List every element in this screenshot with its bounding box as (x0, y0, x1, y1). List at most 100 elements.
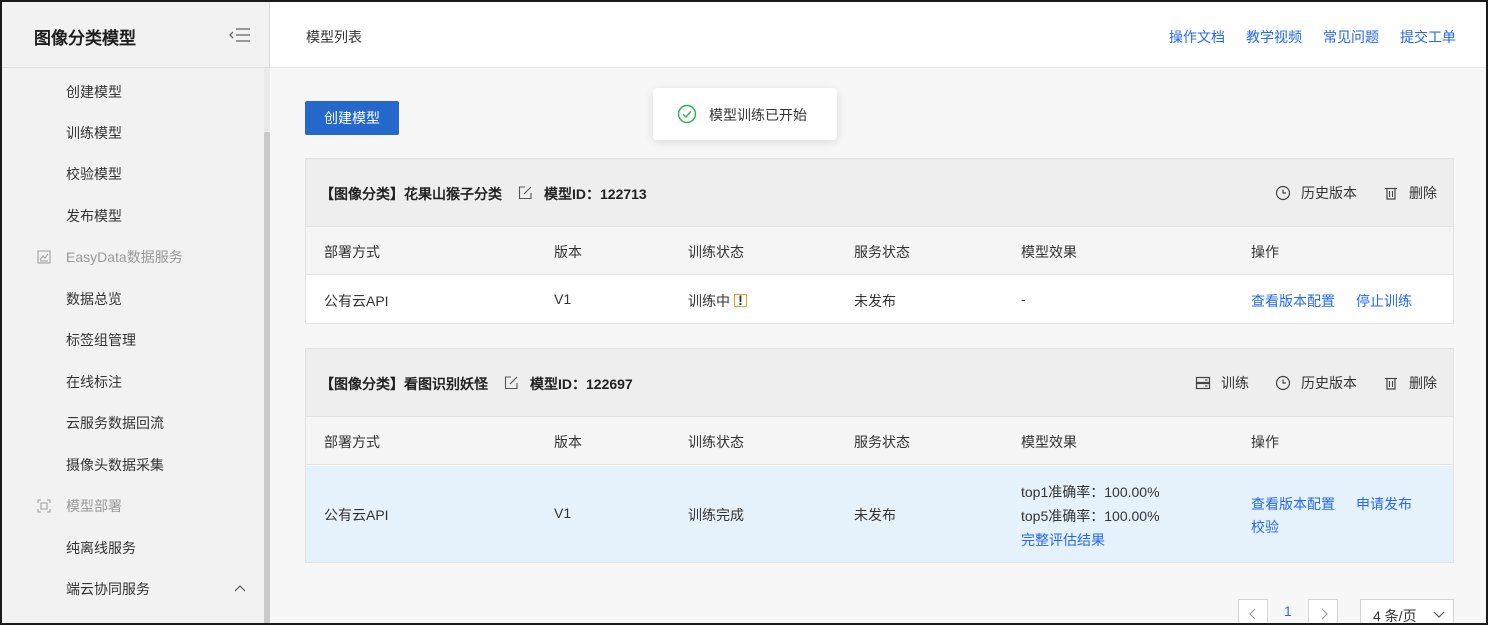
history-versions-button[interactable]: 历史版本 (1275, 183, 1357, 203)
train-label: 训练 (1221, 375, 1249, 391)
sidebar-item-label: 校验模型 (66, 166, 122, 182)
warning-icon[interactable]: ! (734, 293, 747, 307)
model-card: 【图像分类】看图识别妖怪 模型ID：122697 训练 历史版本 删除 部署方式… (305, 348, 1454, 563)
deploy-icon (37, 499, 51, 513)
create-model-button[interactable]: 创建模型 (305, 101, 399, 135)
sidebar-item-data-overview[interactable]: 数据总览 (2, 279, 264, 319)
link-docs[interactable]: 操作文档 (1169, 27, 1225, 47)
table-header: 部署方式 版本 训练状态 服务状态 模型效果 操作 (306, 227, 1453, 275)
col-version: 版本 (554, 434, 582, 450)
apply-publish-link[interactable]: 申请发布 (1356, 494, 1412, 514)
sidebar-item-create-model[interactable]: 创建模型 (2, 72, 264, 112)
sidebar-item-cloud-data-reflow[interactable]: 云服务数据回流 (2, 403, 264, 443)
view-version-config-link[interactable]: 查看版本配置 (1251, 291, 1335, 311)
train-status-text: 训练中 (688, 293, 730, 309)
toast-message: 模型训练已开始 (709, 107, 807, 123)
model-card-actions: 训练 历史版本 删除 (1195, 373, 1437, 393)
server-icon (1195, 376, 1211, 390)
col-deploy: 部署方式 (324, 244, 380, 260)
cell-train-status: 训练完成 (688, 507, 744, 523)
help-links: 操作文档 教学视频 常见问题 提交工单 (1169, 27, 1456, 47)
edit-icon[interactable] (504, 375, 519, 390)
model-id: 模型ID：122713 (544, 186, 647, 202)
sidebar-item-label: 云服务数据回流 (66, 415, 164, 431)
sidebar-item-offline-service[interactable]: 纯离线服务 (2, 528, 264, 568)
sidebar-item-label: 摄像头数据采集 (66, 457, 164, 473)
trash-icon (1385, 377, 1397, 390)
cell-deploy: 公有云API (324, 293, 389, 309)
col-effect: 模型效果 (1021, 244, 1077, 260)
next-page-button[interactable] (1308, 599, 1338, 623)
model-card-header: 【图像分类】看图识别妖怪 模型ID：122697 训练 历史版本 删除 (306, 349, 1453, 417)
link-faq[interactable]: 常见问题 (1323, 27, 1379, 47)
col-deploy: 部署方式 (324, 434, 380, 450)
app-window: 图像分类模型 创建模型 训练模型 校验模型 发布模型 EasyData数据服务 (0, 0, 1488, 625)
train-button[interactable]: 训练 (1195, 373, 1249, 393)
sidebar-item-camera-collection[interactable]: 摄像头数据采集 (2, 445, 264, 485)
clock-icon (1275, 185, 1291, 201)
collapse-menu-icon[interactable] (228, 26, 252, 44)
model-title: 【图像分类】看图识别妖怪 (320, 376, 488, 392)
sidebar-item-online-labeling[interactable]: 在线标注 (2, 362, 264, 402)
app-title: 图像分类模型 (34, 29, 136, 48)
col-version: 版本 (554, 244, 582, 260)
edit-icon[interactable] (518, 185, 533, 200)
sidebar-item-edge-cloud-service[interactable]: 端云协同服务 (2, 569, 264, 609)
check-circle-icon (677, 104, 697, 124)
delete-button[interactable]: 删除 (1383, 183, 1437, 203)
col-train-status: 训练状态 (688, 244, 744, 260)
link-submit-ticket[interactable]: 提交工单 (1400, 27, 1456, 47)
chart-icon (37, 250, 51, 264)
sidebar-item-label: 创建模型 (66, 84, 122, 100)
cell-effect: - (1021, 291, 1026, 307)
history-versions-label: 历史版本 (1301, 375, 1357, 391)
sidebar-item-train-model[interactable]: 训练模型 (2, 113, 264, 153)
table-row: 公有云API V1 训练完成 未发布 top1准确率：100.00% top5准… (306, 466, 1453, 562)
full-evaluation-link[interactable]: 完整评估结果 (1021, 530, 1105, 550)
sidebar-item-validate-model[interactable]: 校验模型 (2, 154, 264, 194)
link-tutorial-videos[interactable]: 教学视频 (1246, 27, 1302, 47)
sidebar-group-label: 模型部署 (66, 498, 122, 514)
sidebar-item-label: 训练模型 (66, 125, 122, 141)
delete-button[interactable]: 删除 (1383, 373, 1437, 393)
stop-training-link[interactable]: 停止训练 (1356, 291, 1412, 311)
history-versions-button[interactable]: 历史版本 (1275, 373, 1357, 393)
page-size-select[interactable]: 4 条/页 (1360, 599, 1454, 624)
col-service-status: 服务状态 (854, 244, 910, 260)
sidebar-group-deploy: 模型部署 (2, 486, 264, 526)
toast-notification: 模型训练已开始 (653, 88, 837, 140)
view-version-config-link[interactable]: 查看版本配置 (1251, 494, 1335, 514)
model-title: 【图像分类】花果山猴子分类 (320, 186, 502, 202)
col-ops: 操作 (1251, 434, 1279, 450)
clock-icon (1275, 375, 1291, 391)
chevron-up-icon[interactable] (234, 583, 246, 595)
sidebar-item-label: 端云协同服务 (66, 581, 150, 597)
current-page[interactable]: 1 (1284, 603, 1292, 619)
sidebar-header: 图像分类模型 (2, 2, 270, 68)
trash-icon (1385, 187, 1397, 200)
page-size-value: 4 条/页 (1373, 608, 1417, 624)
chevron-right-icon (1321, 608, 1328, 620)
col-ops: 操作 (1251, 244, 1279, 260)
delete-label: 删除 (1409, 185, 1437, 201)
sidebar-item-label: 发布模型 (66, 208, 122, 224)
sidebar-item-publish-model[interactable]: 发布模型 (2, 196, 264, 236)
table-header: 部署方式 版本 训练状态 服务状态 模型效果 操作 (306, 417, 1453, 465)
sidebar-group-label: EasyData数据服务 (66, 249, 183, 265)
col-service-status: 服务状态 (854, 434, 910, 450)
col-effect: 模型效果 (1021, 434, 1077, 450)
delete-label: 删除 (1409, 375, 1437, 391)
cell-service-status: 未发布 (854, 507, 896, 523)
top-bar: 模型列表 操作文档 教学视频 常见问题 提交工单 (270, 2, 1486, 68)
sidebar-item-label-groups[interactable]: 标签组管理 (2, 320, 264, 360)
sidebar-item-label: 数据总览 (66, 291, 122, 307)
sidebar-item-label: 标签组管理 (66, 332, 136, 348)
page-title: 模型列表 (306, 29, 362, 45)
top1-accuracy: top1准确率：100.00% (1021, 484, 1160, 500)
prev-page-button[interactable] (1238, 599, 1268, 623)
cell-deploy: 公有云API (324, 507, 389, 523)
sidebar-item-label: 在线标注 (66, 374, 122, 390)
validate-link[interactable]: 校验 (1251, 517, 1279, 537)
main-content: 创建模型 模型训练已开始 【图像分类】花果山猴子分类 模型ID：122713 历… (270, 68, 1486, 624)
cell-version: V1 (554, 505, 572, 521)
